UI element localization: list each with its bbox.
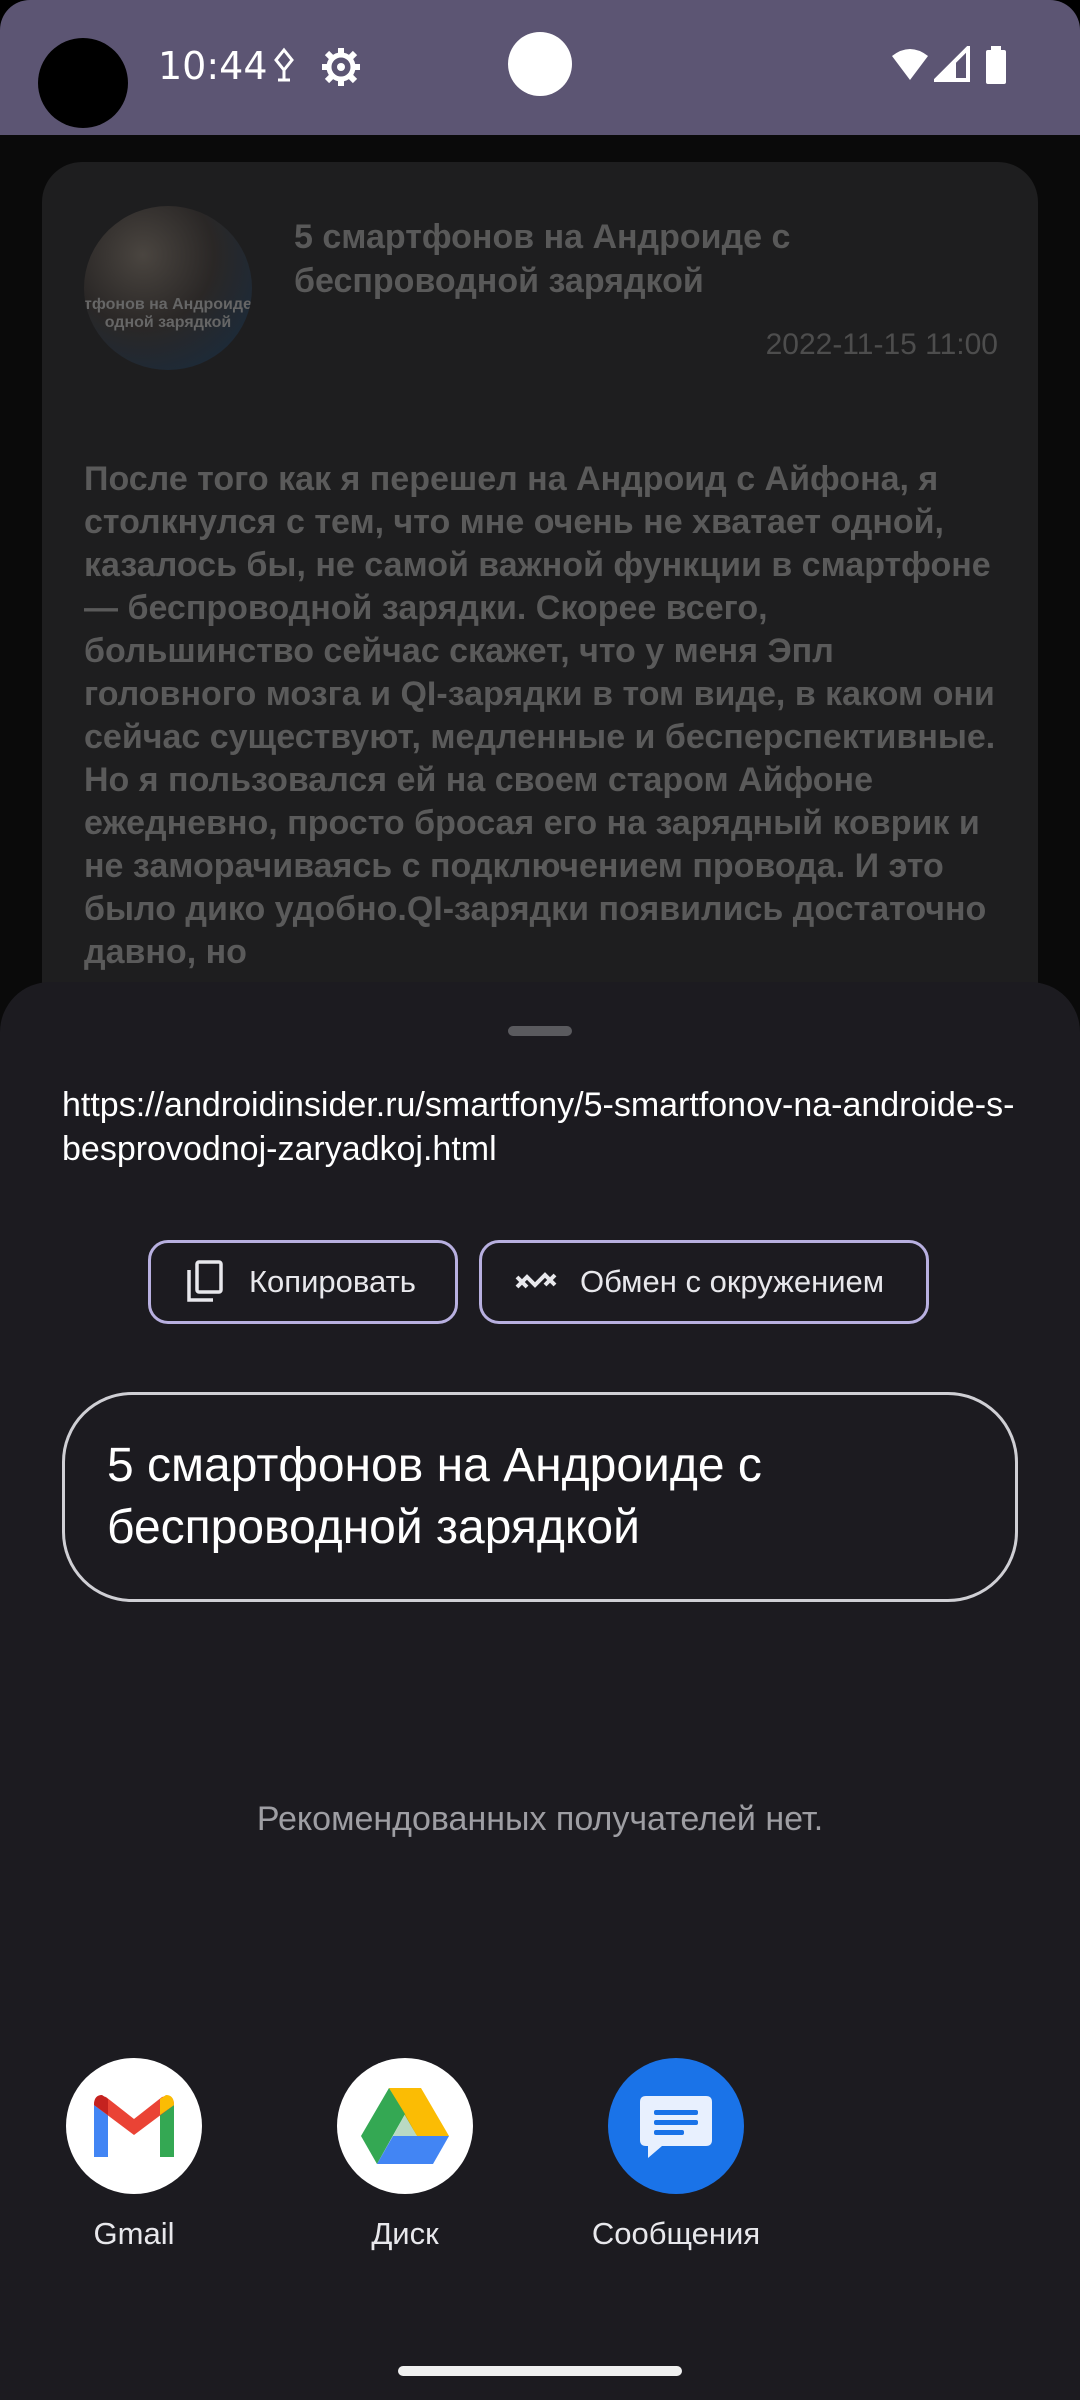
nearby-share-label: Обмен с окружением bbox=[580, 1264, 885, 1299]
gmail-icon bbox=[66, 2058, 202, 2194]
share-target-gmail[interactable]: Gmail bbox=[24, 2058, 244, 2252]
sheet-drag-handle[interactable] bbox=[508, 1026, 572, 1036]
share-title-preview: 5 смартфонов на Андроиде с беспроводной … bbox=[62, 1392, 1018, 1602]
copy-button[interactable]: Копировать bbox=[148, 1240, 458, 1324]
messages-icon bbox=[608, 2058, 744, 2194]
front-camera-dot bbox=[508, 32, 572, 96]
thumbnail-caption: тфонов на Андроиде с одной зарядкой bbox=[84, 296, 252, 331]
signal-icon bbox=[931, 43, 970, 87]
nearby-share-icon bbox=[512, 1258, 560, 1306]
share-target-messages[interactable]: Сообщения bbox=[566, 2058, 786, 2252]
app-label-gmail: Gmail bbox=[93, 2216, 175, 2251]
article-date: 2022-11-15 11:00 bbox=[765, 328, 998, 361]
app-label-messages: Сообщения bbox=[591, 2216, 761, 2251]
home-indicator[interactable] bbox=[398, 2366, 682, 2376]
no-recipients-message: Рекомендованных получателей нет. bbox=[256, 1800, 824, 1838]
battery-icon bbox=[984, 46, 1008, 89]
share-url: https://androidinsider.ru/smartfony/5-sm… bbox=[62, 1086, 1015, 1168]
copy-label: Копировать bbox=[249, 1264, 416, 1299]
article-thumbnail: тфонов на Андроиде с одной зарядкой bbox=[84, 206, 252, 370]
nearby-share-button[interactable]: Обмен с окружением bbox=[479, 1240, 929, 1324]
share-target-drive[interactable]: Диск bbox=[295, 2058, 515, 2252]
wifi-icon bbox=[890, 46, 930, 87]
article-title: 5 смартфонов на Андроиде с беспроводной … bbox=[294, 218, 791, 300]
settings-gear-icon bbox=[320, 46, 362, 93]
status-bar: 10:44 bbox=[0, 0, 1080, 135]
location-icon bbox=[270, 46, 298, 91]
copy-icon bbox=[181, 1258, 229, 1306]
app-label-drive: Диск bbox=[371, 2216, 439, 2251]
google-drive-icon bbox=[337, 2058, 473, 2194]
article-body: После того как я перешел на Андроид с Ай… bbox=[84, 460, 996, 971]
status-time: 10:44 bbox=[158, 44, 268, 88]
camera-cutout bbox=[38, 38, 128, 128]
